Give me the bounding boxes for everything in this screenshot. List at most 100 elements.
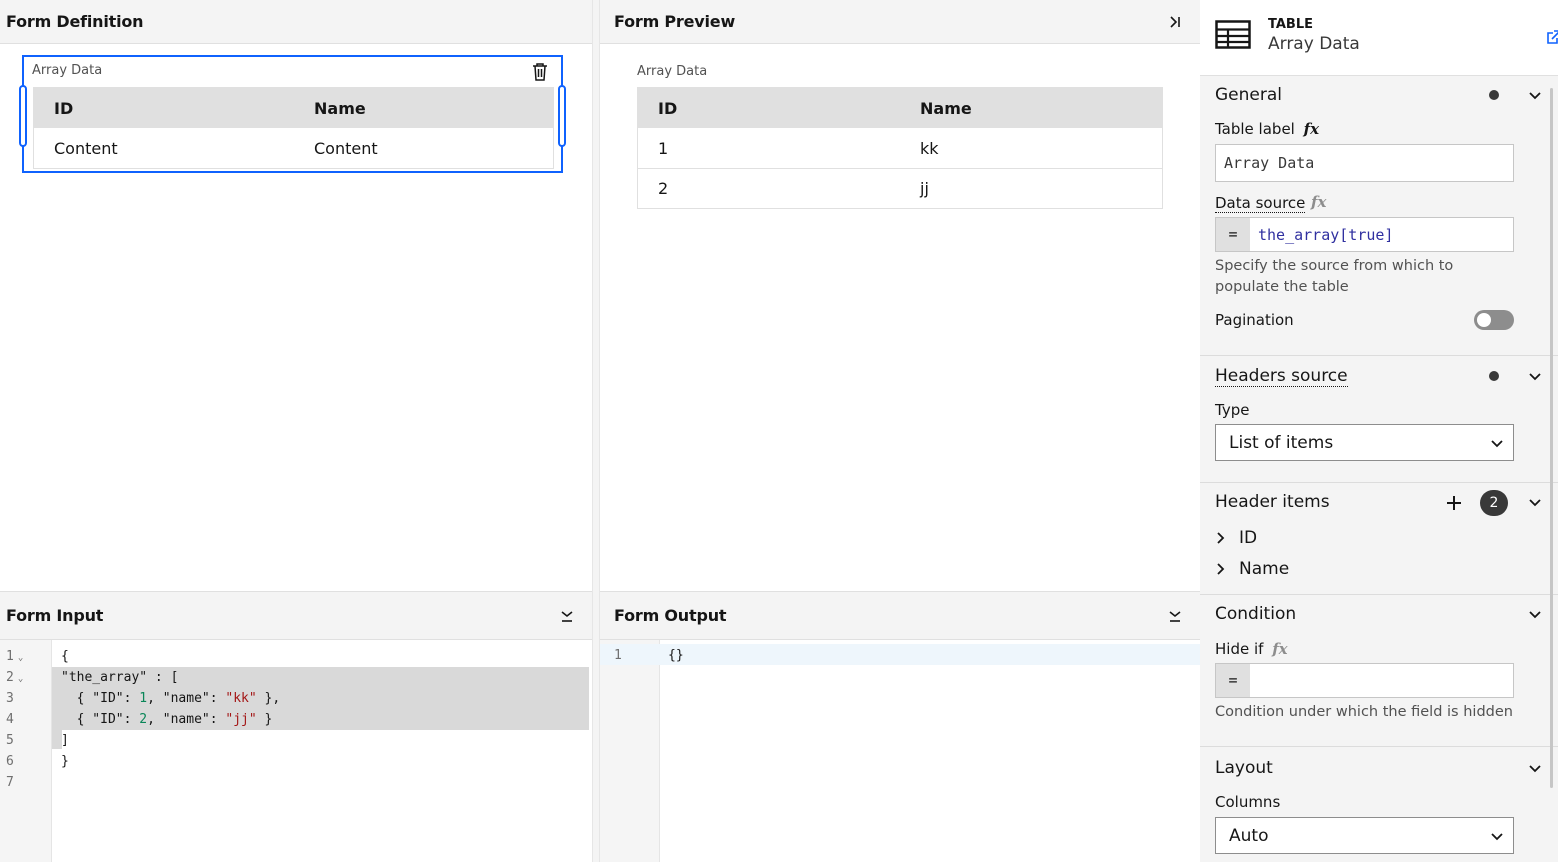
form-input-title: Form Input xyxy=(6,606,104,625)
preview-table: ID Name 1 kk 2 jj xyxy=(637,87,1163,209)
table-cell: Content xyxy=(314,138,378,158)
chevron-down-icon[interactable] xyxy=(1528,608,1542,622)
table-header-row: ID Name xyxy=(638,88,1162,128)
pagination-toggle[interactable] xyxy=(1474,310,1514,330)
form-output-header: Form Output xyxy=(600,591,1200,640)
line-number: 1 ⌄ xyxy=(6,649,24,664)
line-number: 5 xyxy=(6,733,14,748)
external-link-icon[interactable] xyxy=(1546,29,1558,45)
table-cell: Content xyxy=(54,138,118,158)
table-header-row: ID Name xyxy=(34,88,553,128)
code-line: "the_array" : [ xyxy=(61,670,179,685)
expression-prefix: = xyxy=(1216,664,1250,697)
component-type-label: TABLE xyxy=(1268,17,1313,32)
chevron-right-icon xyxy=(1217,563,1225,575)
header-cell: ID xyxy=(54,98,74,118)
data-source-input[interactable]: = the_array[true] xyxy=(1215,217,1514,252)
chevron-down-icon[interactable] xyxy=(1528,89,1542,103)
collapse-down-icon[interactable] xyxy=(560,609,574,623)
table-component[interactable]: Array Data ID Name Content Content xyxy=(19,55,566,173)
form-preview-header: Form Preview xyxy=(600,0,1200,44)
chevron-down-icon xyxy=(1491,440,1503,448)
fx-icon[interactable]: fx xyxy=(1311,193,1326,211)
section-divider xyxy=(1200,746,1558,747)
section-divider xyxy=(1200,594,1558,595)
general-section-title[interactable]: General xyxy=(1215,85,1282,105)
resize-handle-right[interactable] xyxy=(558,85,566,147)
trash-icon[interactable] xyxy=(531,62,549,82)
fx-icon: fx xyxy=(1303,120,1320,138)
table-row: Content Content xyxy=(34,128,553,168)
type-select[interactable]: List of items xyxy=(1215,424,1514,461)
chevron-down-icon[interactable] xyxy=(1528,370,1542,384)
condition-helper: Condition under which the field is hidde… xyxy=(1215,704,1513,720)
header-item-label: ID xyxy=(1239,528,1258,548)
header-cell: Name xyxy=(920,98,972,118)
hide-if-input[interactable]: = xyxy=(1215,663,1514,698)
code-line: ] xyxy=(61,733,69,748)
add-icon[interactable] xyxy=(1445,494,1463,512)
code-line: { "ID": 2, "name": "jj" } xyxy=(61,712,273,727)
code-line: {} xyxy=(668,648,684,663)
columns-select-value: Auto xyxy=(1229,825,1269,846)
active-line-highlight xyxy=(600,644,1200,665)
section-divider xyxy=(1200,355,1558,356)
header-item-name[interactable]: Name xyxy=(1215,558,1289,580)
table-cell: kk xyxy=(920,138,939,158)
chevron-down-icon[interactable] xyxy=(1528,762,1542,776)
line-number: 2 ⌄ xyxy=(6,670,24,685)
line-number: 6 xyxy=(6,754,14,769)
fx-icon: fx xyxy=(1272,640,1288,658)
table-cell: jj xyxy=(920,179,929,198)
table-label-field-label: Table label fx xyxy=(1215,120,1320,138)
form-definition-title: Form Definition xyxy=(6,12,144,31)
table-cell: 2 xyxy=(658,179,669,198)
pane-divider[interactable] xyxy=(592,0,600,862)
type-select-value: List of items xyxy=(1229,432,1334,453)
section-divider xyxy=(1200,482,1558,483)
header-item-id[interactable]: ID xyxy=(1215,527,1257,549)
preview-table-label: Array Data xyxy=(637,64,708,79)
code-line: { "ID": 1, "name": "kk" }, xyxy=(61,691,281,706)
table-icon xyxy=(1215,20,1251,49)
form-definition-header: Form Definition xyxy=(0,0,592,44)
definition-table: ID Name Content Content xyxy=(33,87,554,169)
collapse-down-icon[interactable] xyxy=(1168,609,1182,623)
headers-source-section-title[interactable]: Headers source xyxy=(1215,366,1348,387)
data-source-field-label: Data source xyxy=(1215,194,1306,213)
chevron-down-icon[interactable] xyxy=(1528,496,1542,510)
form-output-title: Form Output xyxy=(614,606,727,625)
line-number: 1 xyxy=(614,648,622,663)
hide-if-label: Hide if fx xyxy=(1215,640,1288,658)
toggle-knob xyxy=(1477,313,1491,327)
condition-section-title[interactable]: Condition xyxy=(1215,604,1296,624)
chevron-right-icon xyxy=(1217,532,1225,544)
header-cell: Name xyxy=(314,98,366,118)
columns-field-label: Columns xyxy=(1215,793,1281,811)
header-cell: ID xyxy=(658,98,678,118)
code-line: { xyxy=(61,649,69,664)
line-number: 7 xyxy=(6,775,14,790)
form-input-editor[interactable]: 1 ⌄ 2 ⌄ 3 4 5 6 7 { "the_array" : [ { "ID"… xyxy=(0,640,592,862)
code-line: } xyxy=(61,754,69,769)
header-items-section-title[interactable]: Header items xyxy=(1215,492,1330,512)
collapse-panel-icon[interactable] xyxy=(1168,15,1182,29)
table-row: 2 jj xyxy=(638,168,1162,208)
resize-handle-left[interactable] xyxy=(19,85,27,147)
modified-dot xyxy=(1489,90,1499,100)
expression-prefix: = xyxy=(1216,218,1250,251)
line-number: 4 xyxy=(6,712,14,727)
type-field-label: Type xyxy=(1215,401,1250,419)
properties-header: TABLE Array Data xyxy=(1200,0,1558,76)
columns-select[interactable]: Auto xyxy=(1215,817,1514,854)
layout-section-title[interactable]: Layout xyxy=(1215,758,1273,778)
scrollbar[interactable] xyxy=(1550,88,1553,788)
table-label-input[interactable]: Array Data xyxy=(1215,144,1514,182)
pagination-label: Pagination xyxy=(1215,311,1294,329)
header-item-label: Name xyxy=(1239,559,1290,579)
modified-dot xyxy=(1489,371,1499,381)
line-gutter xyxy=(600,640,660,862)
table-row: 1 kk xyxy=(638,128,1162,168)
form-output-editor[interactable]: 1 {} xyxy=(600,640,1200,862)
component-label: Array Data xyxy=(32,63,103,78)
